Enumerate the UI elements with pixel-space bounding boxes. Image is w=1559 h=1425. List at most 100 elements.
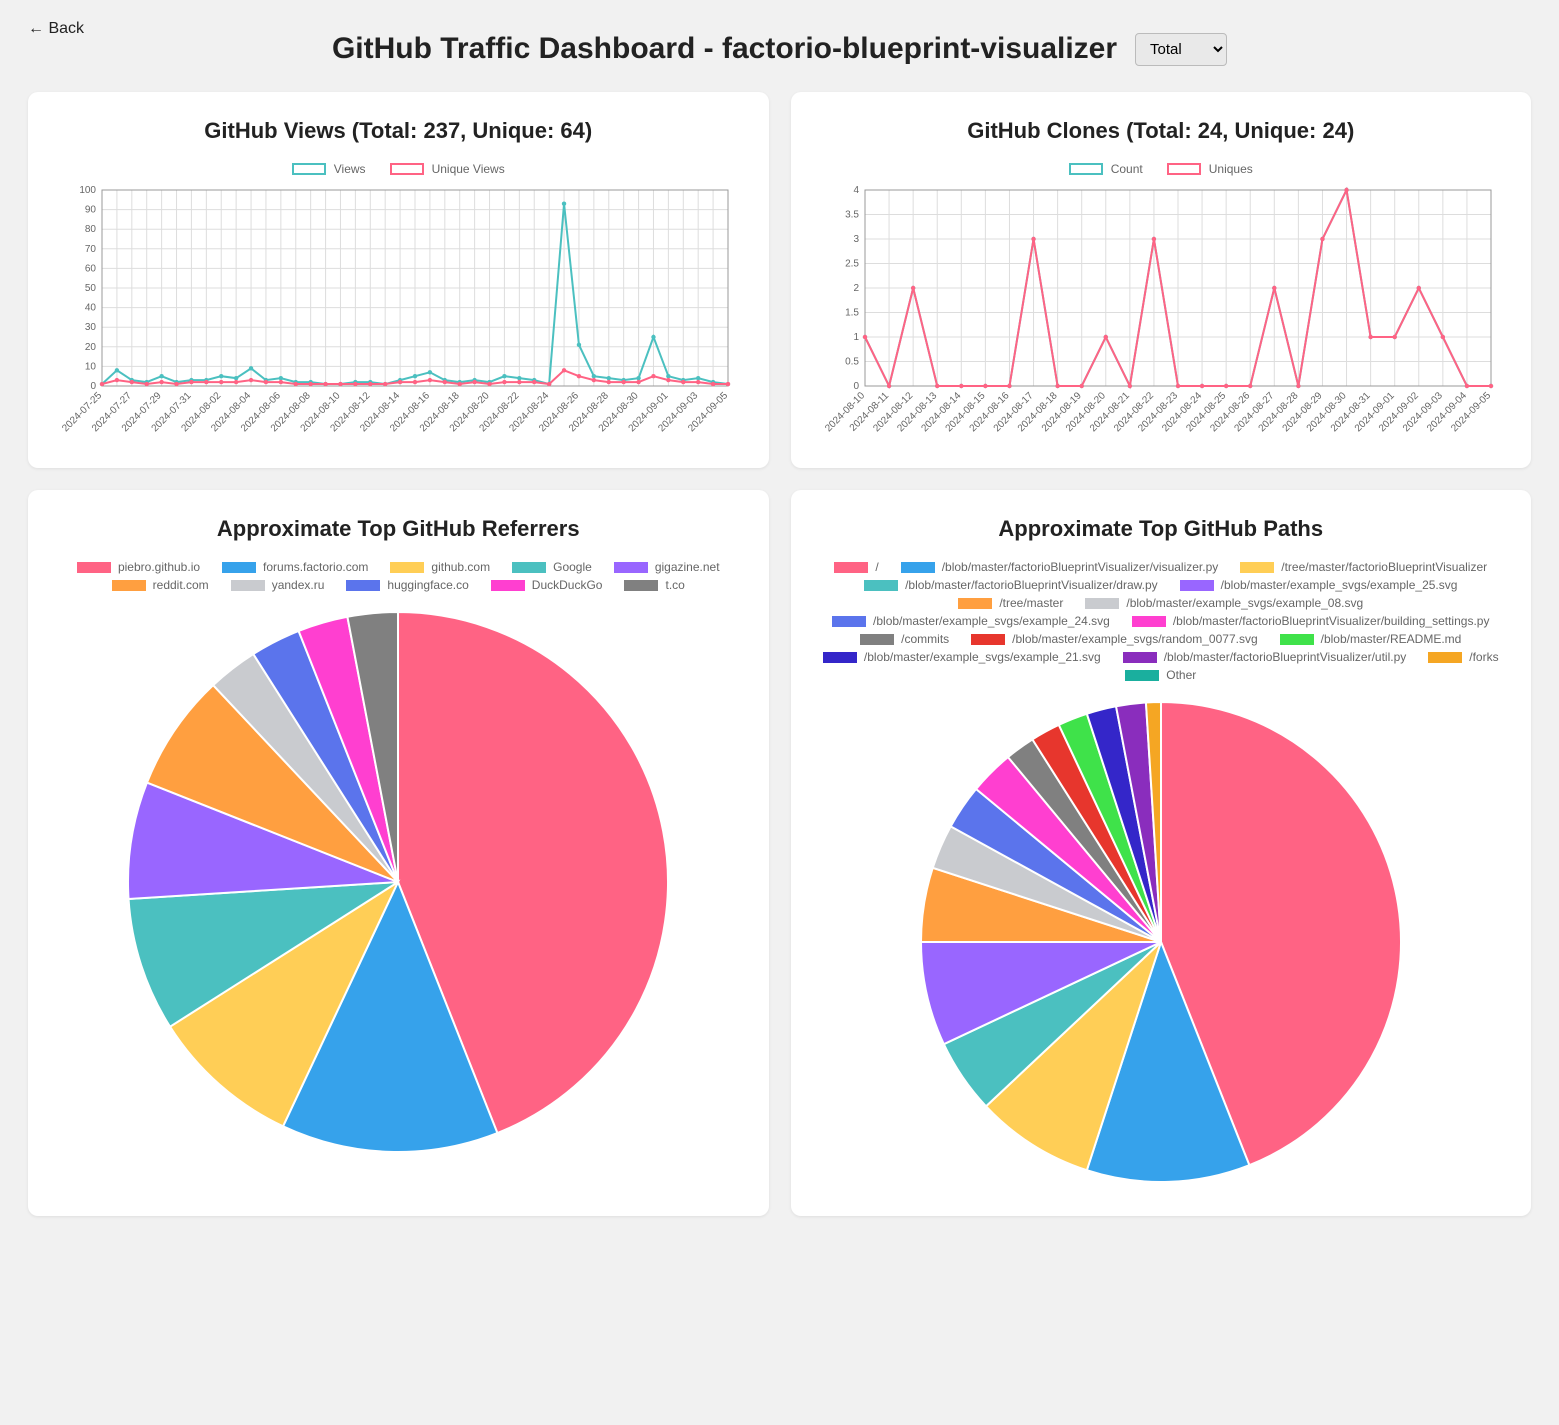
data-point[interactable]	[1272, 286, 1276, 290]
data-point[interactable]	[1200, 384, 1204, 388]
data-point[interactable]	[577, 343, 581, 347]
legend-item[interactable]: /commits	[860, 632, 949, 646]
data-point[interactable]	[339, 382, 343, 386]
data-point[interactable]	[887, 384, 891, 388]
data-point[interactable]	[473, 380, 477, 384]
data-point[interactable]	[279, 380, 283, 384]
data-point[interactable]	[562, 368, 566, 372]
data-point[interactable]	[368, 382, 372, 386]
data-point[interactable]	[234, 376, 238, 380]
data-point[interactable]	[637, 380, 641, 384]
legend-item[interactable]: gigazine.net	[614, 560, 720, 574]
legend-item[interactable]: /tree/master/factorioBlueprintVisualizer	[1240, 560, 1487, 574]
data-point[interactable]	[249, 378, 253, 382]
data-point[interactable]	[1320, 237, 1324, 241]
data-point[interactable]	[502, 380, 506, 384]
data-point[interactable]	[398, 380, 402, 384]
legend-item[interactable]: DuckDuckGo	[491, 578, 603, 592]
data-point[interactable]	[428, 378, 432, 382]
data-point[interactable]	[1079, 384, 1083, 388]
data-point[interactable]	[413, 380, 417, 384]
data-point[interactable]	[1440, 335, 1444, 339]
data-point[interactable]	[1489, 384, 1493, 388]
data-point[interactable]	[279, 376, 283, 380]
legend-item[interactable]: /blob/master/example_svgs/example_24.svg	[832, 614, 1110, 628]
data-point[interactable]	[145, 382, 149, 386]
data-point[interactable]	[607, 376, 611, 380]
legend-item[interactable]: /forks	[1428, 650, 1498, 664]
data-point[interactable]	[696, 376, 700, 380]
data-point[interactable]	[1248, 384, 1252, 388]
data-point[interactable]	[1151, 237, 1155, 241]
legend-item[interactable]: /tree/master	[958, 596, 1063, 610]
data-point[interactable]	[637, 376, 641, 380]
data-point[interactable]	[1031, 237, 1035, 241]
data-point[interactable]	[383, 382, 387, 386]
data-point[interactable]	[592, 378, 596, 382]
data-point[interactable]	[1464, 384, 1468, 388]
data-point[interactable]	[652, 335, 656, 339]
data-point[interactable]	[696, 380, 700, 384]
data-point[interactable]	[324, 382, 328, 386]
data-point[interactable]	[622, 380, 626, 384]
data-point[interactable]	[413, 374, 417, 378]
data-point[interactable]	[517, 376, 521, 380]
data-point[interactable]	[189, 380, 193, 384]
data-point[interactable]	[249, 366, 253, 370]
data-point[interactable]	[1296, 384, 1300, 388]
data-point[interactable]	[353, 382, 357, 386]
legend-item[interactable]: /blob/master/README.md	[1280, 632, 1462, 646]
data-point[interactable]	[911, 286, 915, 290]
data-point[interactable]	[517, 380, 521, 384]
data-point[interactable]	[547, 382, 551, 386]
data-point[interactable]	[592, 374, 596, 378]
data-point[interactable]	[219, 374, 223, 378]
data-point[interactable]	[175, 382, 179, 386]
legend-item[interactable]: reddit.com	[112, 578, 209, 592]
legend-item[interactable]: Unique Views	[390, 162, 505, 176]
data-point[interactable]	[443, 380, 447, 384]
legend-item[interactable]: piebro.github.io	[77, 560, 200, 574]
data-point[interactable]	[1224, 384, 1228, 388]
metric-select[interactable]: Total	[1135, 33, 1227, 66]
data-point[interactable]	[488, 382, 492, 386]
legend-item[interactable]: /blob/master/example_svgs/example_25.svg	[1180, 578, 1458, 592]
legend-item[interactable]: /blob/master/example_svgs/example_08.svg	[1085, 596, 1363, 610]
data-point[interactable]	[935, 384, 939, 388]
data-point[interactable]	[711, 382, 715, 386]
legend-item[interactable]: t.co	[624, 578, 684, 592]
data-point[interactable]	[115, 378, 119, 382]
data-point[interactable]	[1103, 335, 1107, 339]
legend-item[interactable]: /blob/master/example_svgs/random_0077.sv…	[971, 632, 1257, 646]
data-point[interactable]	[652, 374, 656, 378]
data-point[interactable]	[607, 380, 611, 384]
data-point[interactable]	[726, 382, 730, 386]
legend-item[interactable]: forums.factorio.com	[222, 560, 368, 574]
data-point[interactable]	[204, 380, 208, 384]
data-point[interactable]	[309, 382, 313, 386]
data-point[interactable]	[863, 335, 867, 339]
data-point[interactable]	[502, 374, 506, 378]
legend-item[interactable]: /blob/master/factorioBlueprintVisualizer…	[864, 578, 1158, 592]
data-point[interactable]	[1176, 384, 1180, 388]
data-point[interactable]	[1007, 384, 1011, 388]
legend-item[interactable]: Count	[1069, 162, 1143, 176]
data-point[interactable]	[264, 380, 268, 384]
data-point[interactable]	[1127, 384, 1131, 388]
data-point[interactable]	[219, 380, 223, 384]
data-point[interactable]	[294, 382, 298, 386]
data-point[interactable]	[130, 380, 134, 384]
data-point[interactable]	[1392, 335, 1396, 339]
data-point[interactable]	[681, 380, 685, 384]
legend-item[interactable]: /blob/master/factorioBlueprintVisualizer…	[901, 560, 1219, 574]
data-point[interactable]	[959, 384, 963, 388]
legend-item[interactable]: /blob/master/factorioBlueprintVisualizer…	[1123, 650, 1407, 664]
legend-item[interactable]: github.com	[390, 560, 490, 574]
data-point[interactable]	[115, 368, 119, 372]
data-point[interactable]	[1416, 286, 1420, 290]
data-point[interactable]	[1344, 188, 1348, 192]
data-point[interactable]	[160, 380, 164, 384]
data-point[interactable]	[532, 380, 536, 384]
data-point[interactable]	[160, 374, 164, 378]
legend-item[interactable]: Uniques	[1167, 162, 1253, 176]
